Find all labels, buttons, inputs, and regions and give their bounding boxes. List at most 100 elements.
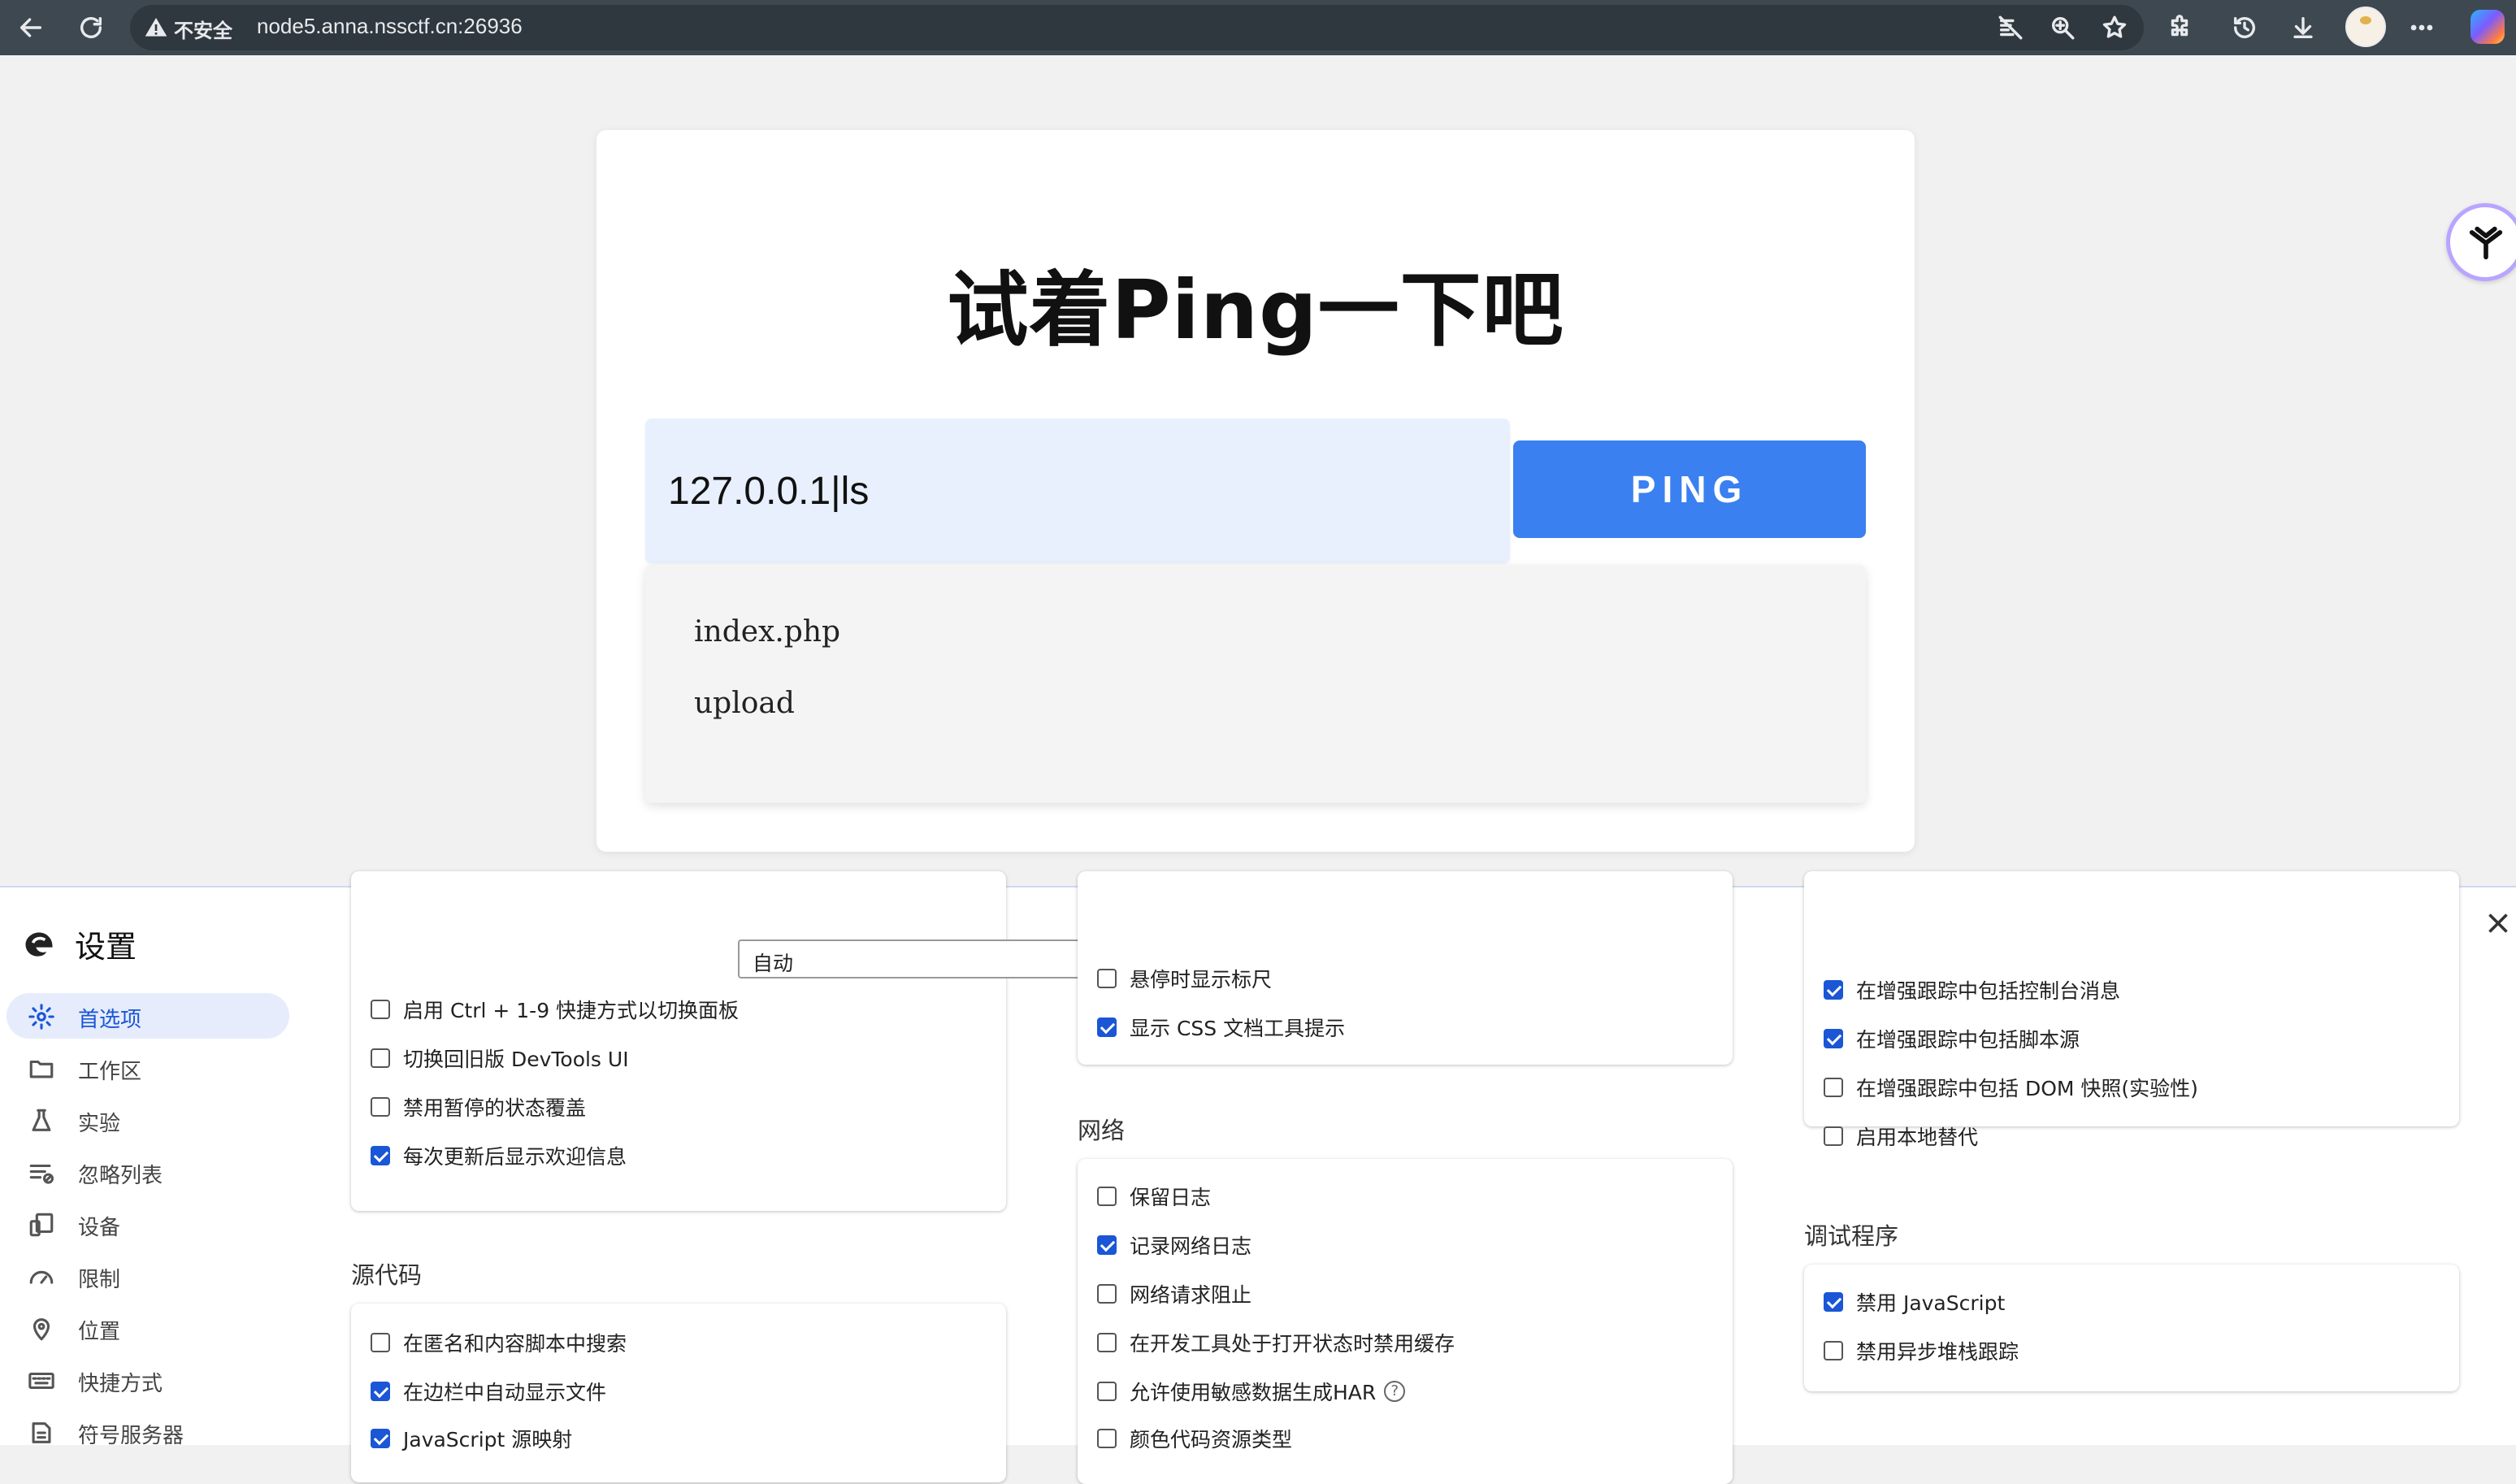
option-row[interactable]: 在增强跟踪中包括 DOM 快照(实验性) — [1824, 1071, 2198, 1104]
nav-locations[interactable]: 位置 — [7, 1305, 289, 1351]
extensions-icon[interactable] — [2160, 8, 2199, 47]
edge-logo-icon — [25, 932, 53, 957]
option-label: 禁用 JavaScript — [1856, 1291, 2006, 1315]
nav-label: 实验 — [78, 1112, 121, 1136]
nav-ignore-list[interactable]: 忽略列表 — [7, 1149, 289, 1195]
checkbox[interactable] — [1097, 1333, 1117, 1352]
keyboard-icon — [28, 1367, 55, 1395]
nav-experiments[interactable]: 实验 — [7, 1097, 289, 1143]
option-row[interactable]: 启用本地替代 — [1824, 1120, 1978, 1152]
checkbox[interactable] — [1097, 1429, 1117, 1448]
checkbox-checked[interactable] — [1824, 1292, 1843, 1312]
nav-devices[interactable]: 设备 — [7, 1201, 289, 1247]
reading-mode-off-icon[interactable] — [1991, 8, 2030, 47]
checkbox[interactable] — [1824, 1126, 1843, 1146]
option-label: 悬停时显示标尺 — [1130, 968, 1273, 992]
theme-select-value: 自动 — [753, 952, 794, 975]
option-row[interactable]: 允许使用敏感数据生成HAR? — [1097, 1375, 1406, 1408]
option-row[interactable]: 保留日志 — [1097, 1180, 1211, 1213]
ping-button[interactable]: PING — [1513, 440, 1866, 538]
history-icon[interactable] — [2225, 8, 2264, 47]
close-icon[interactable] — [2483, 909, 2513, 938]
checkbox-checked[interactable] — [371, 1429, 390, 1448]
option-label: 显示 CSS 文档工具提示 — [1130, 1017, 1346, 1040]
option-row[interactable]: 每次更新后显示欢迎信息 — [371, 1139, 627, 1172]
checkbox[interactable] — [1824, 1341, 1843, 1360]
checkbox-checked[interactable] — [1824, 1029, 1843, 1048]
option-row[interactable]: 颜色代码资源类型 — [1097, 1422, 1292, 1455]
option-label: 在匿名和内容脚本中搜索 — [403, 1332, 627, 1356]
option-label: 允许使用敏感数据生成HAR — [1130, 1381, 1377, 1404]
nav-label: 首选项 — [78, 1008, 142, 1032]
option-label: 网络请求阻止 — [1130, 1283, 1252, 1307]
option-row[interactable]: 启用 Ctrl + 1-9 快捷方式以切换面板 — [371, 993, 739, 1026]
nav-shortcuts[interactable]: 快捷方式 — [7, 1357, 289, 1403]
checkbox[interactable] — [371, 1333, 390, 1352]
option-label: 切换回旧版 DevTools UI — [403, 1048, 629, 1071]
option-row[interactable]: 网络请求阻止 — [1097, 1278, 1251, 1310]
nav-preferences[interactable]: 首选项 — [7, 993, 289, 1039]
reload-icon[interactable] — [72, 8, 111, 47]
nav-label: 限制 — [78, 1268, 121, 1292]
option-label: 在边栏中自动显示文件 — [403, 1381, 607, 1404]
debugger-heading: 调试程序 — [1804, 1222, 1899, 1250]
favorite-star-icon[interactable] — [2095, 8, 2134, 47]
option-row[interactable]: 切换回旧版 DevTools UI — [371, 1042, 629, 1074]
option-label: 颜色代码资源类型 — [1130, 1428, 1293, 1451]
debugger-card: 禁用 JavaScript 禁用异步堆栈跟踪 — [1804, 1265, 2459, 1391]
checkbox-checked[interactable] — [371, 1382, 390, 1401]
result-line: index.php — [694, 615, 841, 649]
option-row[interactable]: 悬停时显示标尺 — [1097, 962, 1272, 995]
profile-avatar[interactable] — [2345, 7, 2386, 47]
checkbox[interactable] — [1824, 1078, 1843, 1097]
checkbox-checked[interactable] — [1097, 1235, 1117, 1255]
option-row[interactable]: 在增强跟踪中包括脚本源 — [1824, 1022, 2080, 1055]
option-row[interactable]: 在增强跟踪中包括控制台消息 — [1824, 974, 2120, 1006]
checkbox[interactable] — [1097, 1187, 1117, 1206]
back-icon[interactable] — [11, 8, 50, 47]
nav-label: 位置 — [78, 1320, 121, 1344]
zoom-icon[interactable] — [2043, 8, 2082, 47]
nav-label: 快捷方式 — [78, 1372, 163, 1396]
checkbox[interactable] — [1097, 1382, 1117, 1401]
checkbox-checked[interactable] — [371, 1146, 390, 1165]
option-row[interactable]: 记录网络日志 — [1097, 1229, 1251, 1261]
copilot-icon[interactable] — [2470, 10, 2505, 44]
checkbox-checked[interactable] — [1824, 980, 1843, 1000]
option-row[interactable]: 在边栏中自动显示文件 — [371, 1375, 606, 1408]
elements-card: 悬停时显示标尺 显示 CSS 文档工具提示 — [1078, 871, 1733, 1065]
url-text[interactable]: node5.anna.nssctf.cn:26936 — [257, 14, 523, 39]
checkbox[interactable] — [371, 1048, 390, 1068]
help-icon[interactable]: ? — [1384, 1381, 1406, 1402]
ip-input[interactable] — [645, 419, 1510, 563]
sidebar-assistant-icon[interactable] — [2446, 203, 2516, 281]
option-row[interactable]: 禁用暂停的状态覆盖 — [371, 1091, 586, 1123]
more-icon[interactable] — [2402, 8, 2441, 47]
nav-workspace[interactable]: 工作区 — [7, 1045, 289, 1091]
nav-label: 工作区 — [78, 1060, 142, 1084]
devices-icon — [28, 1211, 55, 1239]
option-row[interactable]: 在开发工具处于打开状态时禁用缓存 — [1097, 1326, 1455, 1359]
checkbox[interactable] — [371, 1097, 390, 1117]
option-label: 禁用暂停的状态覆盖 — [403, 1096, 587, 1120]
nav-label: 设备 — [78, 1216, 121, 1240]
nav-symbol-server[interactable]: 符号服务器 — [7, 1409, 289, 1455]
option-row[interactable]: 显示 CSS 文档工具提示 — [1097, 1011, 1345, 1044]
checkbox[interactable] — [1097, 969, 1117, 988]
address-bar[interactable]: 不安全 node5.anna.nssctf.cn:26936 — [130, 5, 2144, 50]
theme-select[interactable]: 自动 — [738, 939, 1128, 978]
option-row[interactable]: 禁用 JavaScript — [1824, 1286, 2005, 1318]
option-row[interactable]: JavaScript 源映射 — [371, 1422, 572, 1455]
page-title: 试着Ping一下吧 — [947, 263, 1564, 358]
nav-throttling[interactable]: 限制 — [7, 1253, 289, 1299]
option-label: 保留日志 — [1130, 1186, 1212, 1209]
checkbox[interactable] — [1097, 1284, 1117, 1304]
checkbox[interactable] — [371, 1000, 390, 1019]
warning-icon[interactable] — [143, 15, 169, 41]
download-icon[interactable] — [2284, 8, 2323, 47]
option-row[interactable]: 在匿名和内容脚本中搜索 — [371, 1326, 627, 1359]
nav-label: 忽略列表 — [78, 1164, 163, 1188]
option-row[interactable]: 禁用异步堆栈跟踪 — [1824, 1334, 2019, 1367]
checkbox-checked[interactable] — [1097, 1018, 1117, 1037]
ping-card: 试着Ping一下吧 PING index.php upload — [596, 130, 1915, 852]
